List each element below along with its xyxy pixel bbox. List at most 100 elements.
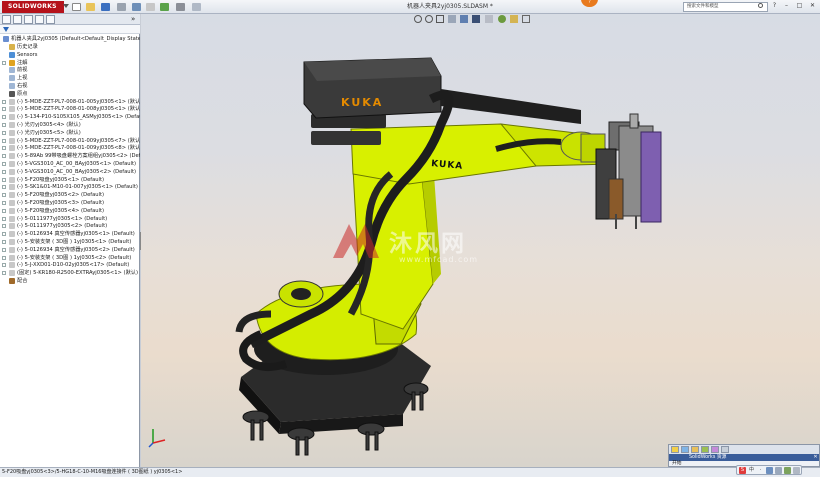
expand-icon[interactable]: [2, 208, 6, 213]
expand-icon[interactable]: [2, 263, 6, 268]
tree-node[interactable]: 机器人夹具2yj0305 (Default<Default_Display St…: [0, 35, 140, 43]
expand-icon[interactable]: [2, 138, 6, 143]
tab-property-manager[interactable]: [13, 15, 22, 24]
filter-icon[interactable]: [3, 27, 9, 32]
help-orb-icon[interactable]: ?: [581, 0, 598, 7]
ime-skin-icon[interactable]: [784, 467, 791, 474]
open-icon[interactable]: [86, 3, 95, 11]
ime-logo-icon[interactable]: S: [739, 467, 746, 474]
tree-node[interactable]: (-) 5-F20吸盘yj0305<3> (Default): [0, 199, 140, 207]
expand-icon[interactable]: [2, 271, 6, 276]
expand-icon[interactable]: [2, 99, 6, 104]
tab-resources[interactable]: [671, 446, 679, 453]
expand-icon[interactable]: [2, 130, 6, 135]
expand-icon[interactable]: [2, 107, 6, 112]
tab-dimxpert[interactable]: [35, 15, 44, 24]
ime-menu-icon[interactable]: [793, 467, 800, 474]
close-icon[interactable]: ✕: [812, 454, 819, 461]
expand-icon[interactable]: [2, 115, 6, 120]
ime-keyboard-icon[interactable]: [775, 467, 782, 474]
tree-node[interactable]: (-) 5-MDE-ZZT-PL7-008-01-005yj0305<1> (默…: [0, 98, 140, 106]
solidworks-logo[interactable]: SOLIDWORKS: [2, 1, 69, 13]
tree-node[interactable]: (-) 5-0111977yj0305<1> (Default): [0, 215, 140, 223]
tree-node[interactable]: (-) 5-MDE-ZZT-PL7-008-01-009yj0305<8> (默…: [0, 144, 140, 152]
minimize-button[interactable]: –: [782, 2, 791, 10]
tree-node[interactable]: 前视: [0, 66, 140, 74]
expand-icon[interactable]: [2, 201, 6, 205]
expand-icon[interactable]: [2, 193, 6, 198]
options-icon[interactable]: [192, 3, 201, 11]
tree-node[interactable]: (-) 5-MDE-ZZT-PL7-008-01-008yj0305<1> (默…: [0, 105, 140, 113]
expand-icon[interactable]: [2, 154, 6, 159]
expand-icon[interactable]: [2, 216, 6, 221]
close-button[interactable]: ✕: [808, 2, 817, 10]
tab-design-library[interactable]: [681, 446, 689, 453]
select-icon[interactable]: [146, 3, 155, 11]
print-icon[interactable]: [117, 3, 126, 11]
tree-node[interactable]: (-) 5-F20吸盘yj0305<2> (Default): [0, 191, 140, 199]
expand-icon[interactable]: [2, 60, 6, 65]
tree-node[interactable]: (-) 5-J-XXD01-D10-02yj0305<17> (Default): [0, 261, 140, 269]
tree-node[interactable]: 上视: [0, 74, 140, 82]
new-icon[interactable]: [72, 3, 81, 11]
chevron-right-icon[interactable]: »: [131, 15, 135, 23]
tree-node[interactable]: (-) 5-VGS3010_AC_00_BAyj0305<2> (Default…: [0, 168, 140, 176]
tree-node[interactable]: 右视: [0, 82, 140, 90]
ime-mode-icon[interactable]: 中: [748, 467, 755, 474]
tree-node-label: (-) 5-0126934 真空传感器yj0305<2> (Default): [17, 246, 135, 253]
expand-icon[interactable]: [2, 185, 6, 190]
tree-node[interactable]: (-) 5-安装支架 ( 3D图 ) 1yj0305<2> (Default): [0, 254, 140, 262]
ime-emoji-icon[interactable]: [766, 467, 773, 474]
tree-node[interactable]: 原点: [0, 90, 140, 98]
expand-icon[interactable]: [2, 146, 6, 151]
expand-icon[interactable]: [2, 224, 6, 229]
part-icon: [9, 192, 15, 199]
tree-node[interactable]: (-) 5-134-P10-S105X105_ASMyj0305<1> (Def…: [0, 113, 140, 121]
tree-node[interactable]: (-) 5-VGS3010_AC_00_BAyj0305<1> (Default…: [0, 160, 140, 168]
help-icon[interactable]: ?: [770, 2, 779, 10]
tree-node[interactable]: (-) 5-SK1&01-M10-01-007yj0305<1> (Defaul…: [0, 183, 140, 191]
tree-node[interactable]: 历史记录: [0, 43, 140, 51]
search-input[interactable]: 搜索文件和模型: [683, 2, 768, 12]
tree-node[interactable]: Sensors: [0, 51, 140, 59]
tree-node[interactable]: (-) 光刃yj0305<5> (默认): [0, 129, 140, 137]
tree-node[interactable]: 配合: [0, 277, 140, 285]
expand-icon[interactable]: [2, 162, 6, 166]
ime-toolbar: S 中 ·: [736, 465, 802, 475]
tab-appearances[interactable]: [711, 446, 719, 453]
tree-node[interactable]: (-) 5-0111977yj0305<2> (Default): [0, 222, 140, 230]
expand-icon[interactable]: [2, 177, 6, 182]
tab-view-palette[interactable]: [701, 446, 709, 453]
tab-configuration-manager[interactable]: [24, 15, 33, 24]
tree-node[interactable]: (-) 5-0126934 真空传感器yj0305<1> (Default): [0, 230, 140, 238]
tree-node[interactable]: (-) 光刃yj0305<4> (默认): [0, 121, 140, 129]
save-icon[interactable]: [101, 3, 110, 11]
expand-icon[interactable]: [2, 247, 6, 252]
expand-icon[interactable]: [2, 169, 6, 174]
tree-node[interactable]: (-) 5-MDE-ZZT-PL7-008-01-009yj0305<7> (默…: [0, 137, 140, 145]
restore-button[interactable]: □: [795, 2, 804, 10]
tab-file-explorer[interactable]: [691, 446, 699, 453]
tree-node[interactable]: (-) 5-89Ab 99带吸盘螺栓方案组组yj0305<2> (Def: [0, 152, 140, 160]
tree-filter[interactable]: [0, 25, 140, 34]
ime-punct-icon[interactable]: ·: [757, 467, 764, 474]
tab-feature-tree[interactable]: [2, 15, 11, 24]
tree-node[interactable]: (-) 5-0126934 真空传感器yj0305<2> (Default): [0, 246, 140, 254]
expand-icon[interactable]: [2, 123, 6, 127]
tab-custom-properties[interactable]: [721, 446, 729, 453]
undo-icon[interactable]: [132, 3, 141, 11]
search-icon[interactable]: [758, 3, 763, 8]
expand-icon[interactable]: [2, 232, 6, 237]
tree-node[interactable]: (-) 5-F20吸盘yj0305<1> (Default): [0, 176, 140, 184]
file-properties-icon[interactable]: [176, 3, 185, 11]
tree-node[interactable]: (-) 5-F20吸盘yj0305<4> (Default): [0, 207, 140, 215]
rebuild-icon[interactable]: [160, 3, 169, 11]
expand-icon[interactable]: [2, 255, 6, 260]
chevron-down-icon[interactable]: [63, 4, 69, 8]
tree-node[interactable]: 注解: [0, 59, 140, 67]
graphics-area[interactable]: KUKA KUKA 沐风网 www.mfcad.com: [141, 14, 820, 467]
tree-node[interactable]: (固定) 5-KR180-R2500-EXTRAyj0305<1> (默认): [0, 269, 140, 277]
expand-icon[interactable]: [2, 240, 6, 244]
tab-display-manager[interactable]: [46, 15, 55, 24]
tree-node[interactable]: (-) 5-安装支架 ( 3D图 ) 1yj0305<1> (Default): [0, 238, 140, 246]
